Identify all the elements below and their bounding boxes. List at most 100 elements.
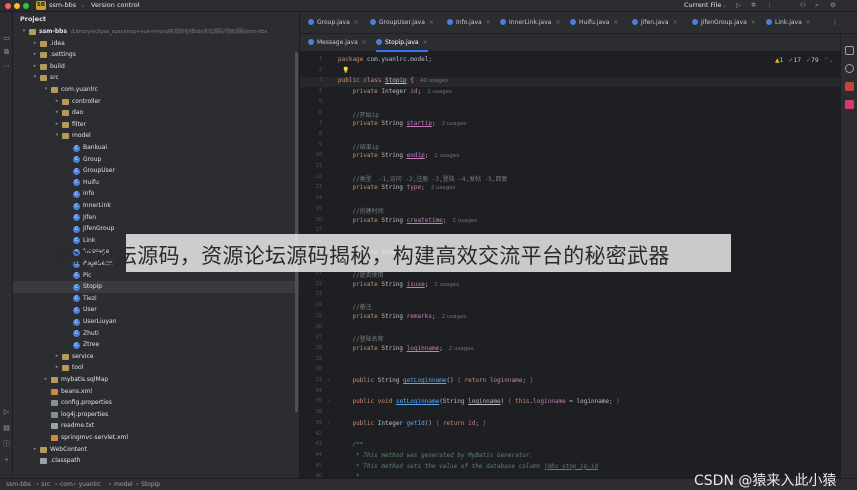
code-line[interactable]: //登陆名称 [338,334,383,343]
chevron-down-icon[interactable]: ▾ [21,26,27,38]
tree-item-ztree[interactable]: C Ztree [13,339,299,351]
tab-link-java[interactable]: Link.java × [766,12,811,34]
close-icon[interactable]: × [429,19,434,26]
tab-stopip-java[interactable]: Stopip.java × [376,34,428,52]
breadcrumb-item[interactable]: ssm-bbs [6,479,31,490]
terminal-icon[interactable]: ▤ [2,424,11,433]
breadcrumb-item[interactable]: Stopip [141,479,160,490]
tab-info-java[interactable]: Info.java × [447,12,491,34]
lightbulb-icon[interactable]: 💡 [342,67,349,74]
tree-item-src[interactable]: ▾ src [13,72,299,84]
code-line[interactable]: public void setLoginname(String loginnam… [338,398,619,405]
chevron-down-icon[interactable]: ▾ [32,72,38,84]
tab-huifu-java[interactable]: Huifu.java × [570,12,618,34]
code-line[interactable]: private String endip; 2 usages [338,152,459,159]
chevron-right-icon[interactable]: ▸ [54,362,60,374]
code-line[interactable]: private String loginname; 2 usages [338,345,473,352]
run-icon[interactable]: ▷ [2,408,11,417]
code-line[interactable]: package com.yuanlrc.model; [338,56,432,63]
breadcrumb-item[interactable]: model [114,479,133,490]
code-line[interactable]: * This method was generated by MyBatis G… [338,452,533,459]
structure-icon[interactable]: ⧉ [2,48,11,57]
close-icon[interactable]: × [362,39,367,46]
tree-item-service[interactable]: ▸ service [13,351,299,363]
database-icon[interactable] [845,64,854,73]
user-icon[interactable]: ⚇ [800,1,806,9]
code-line[interactable]: //类型 -1,访问 -2,注册 -3,登陆 -4,发帖 -5,回复 [338,174,507,183]
tree-item-com-yuanlrc[interactable]: ▾ com.yuanlrc [13,84,299,96]
chevron-right-icon[interactable]: ▸ [32,38,38,50]
tree-item-webcontent[interactable]: ▸ WebContent [13,444,299,456]
notifications-icon[interactable] [845,46,854,55]
tree-item-dao[interactable]: ▸ dao [13,107,299,119]
breadcrumb-item[interactable]: com [60,479,73,490]
chevron-right-icon[interactable]: ▸ [54,119,60,131]
close-icon[interactable]: × [613,19,618,26]
project-panel-title[interactable]: Project [20,15,46,23]
more-icon[interactable]: ⋮ [766,1,773,9]
breadcrumb-item[interactable]: src [41,479,50,490]
chevron-down-icon[interactable]: ▾ [43,84,49,96]
debug-icon[interactable]: ✲ [751,1,756,9]
minimize-window-button[interactable] [14,3,20,9]
tree-item-mybatis-sqlmap[interactable]: ▸ mybatis.sqlMap [13,374,299,386]
search-icon[interactable]: ⌕ [815,1,819,10]
tree-item-classpath[interactable]: .classpath [13,455,299,467]
close-icon[interactable]: × [423,39,428,46]
tree-item-innerlink[interactable]: C InnerLink [13,200,299,212]
code-line[interactable]: private String remarks; 2 usages [338,313,466,320]
code-line[interactable]: public String getLoginname() { return lo… [338,377,533,384]
close-icon[interactable]: × [673,19,678,26]
tab-group-java[interactable]: Group.java × [308,12,359,34]
tree-item-idea[interactable]: ▸ .idea [13,38,299,50]
code-line[interactable]: private String type; 2 usages [338,184,455,191]
git-icon[interactable]: ⑂ [2,456,11,465]
code-line[interactable]: private String startip; 2 usages [338,120,466,127]
tree-item-bankuai[interactable]: C Bankuai [13,142,299,154]
code-line[interactable]: /** [338,441,363,448]
code-line[interactable]: //结束ip [338,142,378,151]
plugin-icon[interactable] [845,100,854,109]
maximize-window-button[interactable] [23,3,29,9]
tree-item-group[interactable]: C Group [13,154,299,166]
problems-icon[interactable]: ⓘ [2,440,11,449]
close-window-button[interactable] [5,3,11,9]
gear-icon[interactable]: ⚙ [830,1,836,9]
tree-item-controller[interactable]: ▸ controller [13,96,299,108]
fold-icon[interactable]: › [328,377,330,383]
chevron-right-icon[interactable]: ▸ [54,351,60,363]
tree-item-info[interactable]: Cinfo [13,188,299,200]
code-line[interactable]: * This method sets the value of the data… [338,463,598,470]
tab-jifengroup-java[interactable]: JifenGroup.java × [692,12,756,34]
run-icon[interactable]: ▷ [736,1,741,9]
close-icon[interactable]: × [806,19,811,26]
tree-item-build[interactable]: ▸ build [13,61,299,73]
chevron-down-icon[interactable]: ▾ [54,130,60,142]
chevron-right-icon[interactable]: ▸ [32,61,38,73]
inspection-widget[interactable]: ▲1 ✓17 ✓79 ⌃⌄ [775,57,834,64]
chevron-right-icon[interactable]: ▸ [32,49,38,61]
code-line[interactable]: private String createtime; 2 usages [338,217,477,224]
tree-item-filter[interactable]: ▸ filter [13,119,299,131]
code-line[interactable]: //开始ip [338,110,378,119]
project-badge[interactable]: SB [36,1,46,10]
breadcrumb-item[interactable]: yuanlrc [79,479,101,490]
code-line[interactable]: public Integer getId() { return id; } [338,420,486,427]
code-line[interactable]: //备注 [338,302,371,311]
close-icon[interactable]: × [555,19,560,26]
tree-item-user[interactable]: C User [13,304,299,316]
tree-item-ssm-bbs[interactable]: ▾ ssm-bbs/Library/eclipse_space/ssp+vue+m… [13,26,299,38]
chevron-right-icon[interactable]: ▸ [32,444,38,456]
tree-item-huifu[interactable]: C Huifu [13,177,299,189]
tree-item-springmvc-servlet-xml[interactable]: springmvc-servlet.xml [13,432,299,444]
project-name[interactable]: ssm-bbs [49,1,76,9]
close-icon[interactable]: × [354,19,359,26]
code-line[interactable]: public class Stopip {40 usages [338,77,448,84]
code-line[interactable]: private String isuse; 2 usages [338,281,459,288]
tab-innerlink-java[interactable]: InnerLink.java × [500,12,560,34]
tree-item-config-properties[interactable]: config.properties [13,397,299,409]
tree-item-settings[interactable]: ▸ .settings [13,49,299,61]
chevron-right-icon[interactable]: ▸ [54,96,60,108]
tab-jifen-java[interactable]: Jifen.java × [632,12,678,34]
tree-item-stopip[interactable]: C Stopip [13,281,299,293]
